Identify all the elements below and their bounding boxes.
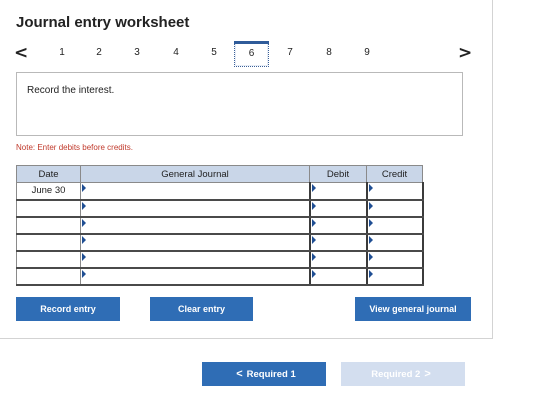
input-marker-icon	[311, 201, 316, 210]
input-marker-icon	[311, 252, 316, 261]
input-marker-icon	[368, 201, 373, 210]
input-marker-icon	[311, 184, 316, 192]
input-marker-icon	[368, 235, 373, 244]
page-7[interactable]: 7	[280, 46, 300, 60]
table-row	[16, 233, 424, 252]
chevron-left-icon[interactable]: <	[14, 44, 28, 62]
input-marker-icon	[82, 201, 86, 210]
debit-input[interactable]	[309, 216, 368, 235]
input-marker-icon	[82, 184, 86, 192]
date-cell[interactable]: June 30	[16, 182, 81, 201]
account-input[interactable]	[80, 267, 311, 286]
credit-input[interactable]	[366, 216, 424, 235]
input-marker-icon	[82, 218, 86, 227]
input-marker-icon	[82, 269, 86, 278]
account-input[interactable]	[80, 233, 311, 252]
account-input[interactable]	[80, 216, 311, 235]
worksheet-title: Journal entry worksheet	[16, 14, 190, 31]
input-marker-icon	[368, 252, 373, 261]
debit-header: Debit	[309, 165, 367, 183]
journal-entry-table: Date General Journal Debit Credit June 3…	[16, 165, 424, 286]
table-row	[16, 199, 424, 218]
entry-pager: < 1 2 3 4 5 6 7 8 9 >	[0, 41, 493, 68]
table-row: June 30	[16, 182, 424, 201]
account-input[interactable]	[80, 250, 311, 269]
clear-entry-button[interactable]: Clear entry	[150, 297, 253, 321]
date-header: Date	[16, 165, 81, 183]
input-marker-icon	[368, 218, 373, 227]
required-1-button[interactable]: < Required 1	[202, 362, 326, 386]
input-marker-icon	[311, 235, 316, 244]
page-4[interactable]: 4	[166, 46, 186, 60]
input-marker-icon	[311, 269, 316, 278]
chevron-right-icon[interactable]: >	[458, 44, 472, 62]
table-row	[16, 250, 424, 269]
credit-input[interactable]	[366, 182, 424, 201]
page-2[interactable]: 2	[89, 46, 109, 60]
account-input[interactable]	[80, 182, 311, 201]
table-row	[16, 267, 424, 286]
credit-input[interactable]	[366, 250, 424, 269]
debit-credit-note: Note: Enter debits before credits.	[16, 143, 133, 152]
required-2-button[interactable]: Required 2 >	[341, 362, 465, 386]
instruction-box: Record the interest.	[16, 72, 463, 136]
chevron-left-icon: <	[236, 368, 243, 380]
debit-input[interactable]	[309, 250, 368, 269]
input-marker-icon	[368, 184, 373, 192]
debit-input[interactable]	[309, 199, 368, 218]
record-entry-button[interactable]: Record entry	[16, 297, 120, 321]
date-cell[interactable]	[16, 233, 81, 252]
date-cell[interactable]	[16, 199, 81, 218]
debit-input[interactable]	[309, 233, 368, 252]
chevron-right-icon: >	[424, 368, 431, 380]
active-page-indicator	[234, 41, 269, 44]
input-marker-icon	[368, 269, 373, 278]
table-row	[16, 216, 424, 235]
page-6-active[interactable]: 6	[234, 41, 269, 67]
date-cell[interactable]	[16, 267, 81, 286]
debit-input[interactable]	[309, 182, 368, 201]
page-3[interactable]: 3	[127, 46, 147, 60]
table-header-row: Date General Journal Debit Credit	[16, 165, 423, 183]
instruction-text: Record the interest.	[27, 85, 115, 96]
debit-input[interactable]	[309, 267, 368, 286]
credit-input[interactable]	[366, 233, 424, 252]
view-general-journal-button[interactable]: View general journal	[355, 297, 471, 321]
journal-entry-worksheet-panel: Journal entry worksheet < 1 2 3 4 5 6 7 …	[0, 0, 493, 339]
date-cell[interactable]	[16, 216, 81, 235]
required-1-label: Required 1	[246, 369, 296, 380]
required-2-label: Required 2	[371, 369, 421, 380]
page-5[interactable]: 5	[204, 46, 224, 60]
credit-input[interactable]	[366, 267, 424, 286]
page-9[interactable]: 9	[357, 46, 377, 60]
input-marker-icon	[82, 252, 86, 261]
account-input[interactable]	[80, 199, 311, 218]
input-marker-icon	[311, 218, 316, 227]
page-1[interactable]: 1	[52, 46, 72, 60]
page-8[interactable]: 8	[319, 46, 339, 60]
input-marker-icon	[82, 235, 86, 244]
credit-header: Credit	[366, 165, 423, 183]
date-cell[interactable]	[16, 250, 81, 269]
credit-input[interactable]	[366, 199, 424, 218]
general-journal-header: General Journal	[80, 165, 310, 183]
